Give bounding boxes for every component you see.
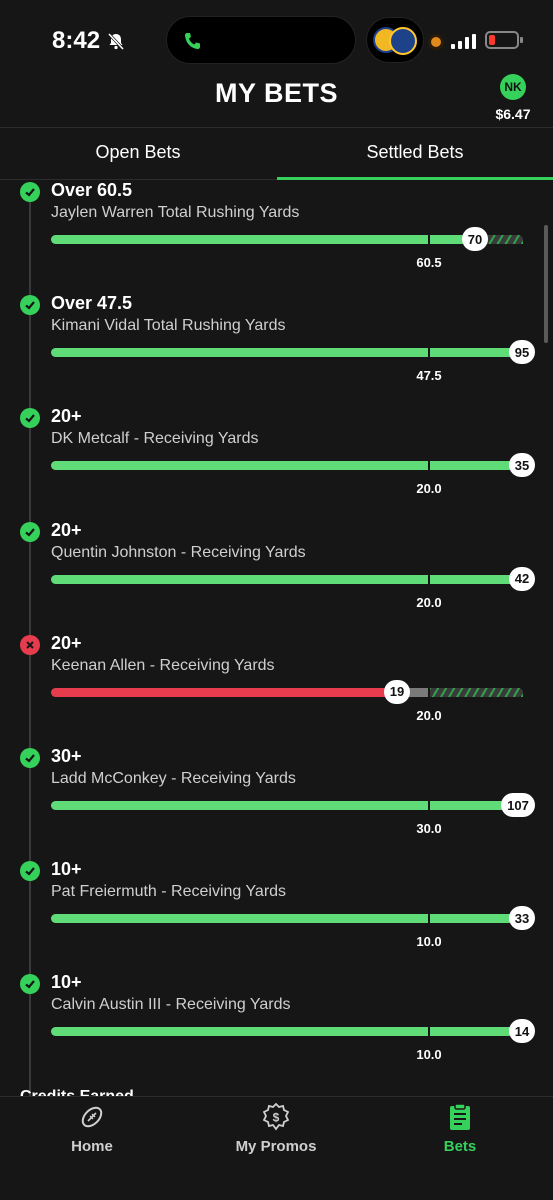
nav-home-label: Home — [71, 1138, 113, 1155]
bet-line: Over 60.5 — [51, 180, 133, 200]
progress-hatch — [430, 687, 523, 697]
check-circle-icon — [20, 748, 40, 768]
check-circle-icon — [20, 974, 40, 995]
nav-my-promos-label: My Promos — [235, 1138, 317, 1155]
target-tick — [428, 683, 430, 701]
battery-icon — [485, 31, 523, 49]
progress-fill — [51, 348, 523, 358]
check-circle-icon — [20, 861, 40, 882]
bet-market: DK Metcalf - Receiving Yards — [51, 430, 259, 448]
phone-call-icon — [185, 33, 200, 49]
actual-value-badge: 42 — [509, 566, 535, 591]
actual-value-badge: 19 — [384, 679, 410, 704]
credits-earned-heading: Credits Earned — [20, 1088, 134, 1096]
nav-home[interactable]: Home — [17, 1102, 167, 1155]
divider — [0, 127, 553, 128]
bet-card[interactable]: 10+ Pat Freiermuth - Receiving Yards 10.0 3… — [0, 859, 553, 974]
live-activity-pill[interactable] — [366, 17, 424, 63]
bet-line: 20+ — [51, 632, 82, 653]
bet-market: Calvin Austin III - Receiving Yards — [51, 996, 291, 1014]
football-icon — [81, 1106, 103, 1128]
target-tick — [428, 344, 430, 362]
target-label: 20.0 — [416, 481, 442, 497]
bet-market: Kimani Vidal Total Rushing Yards — [51, 317, 286, 335]
bet-line: 20+ — [51, 519, 82, 540]
target-label: 20.0 — [416, 707, 442, 723]
bet-line: Over 47.5 — [51, 293, 133, 314]
status-bar: 8:42 — [0, 0, 553, 80]
target-label: 30.0 — [416, 821, 442, 836]
clock: 8:42 — [52, 27, 126, 55]
clipboard-icon — [450, 1103, 470, 1130]
progress-fill — [51, 687, 396, 697]
target-tick — [428, 797, 430, 814]
clock-text: 8:42 — [52, 27, 101, 54]
check-circle-icon — [20, 182, 40, 202]
tab-open-bets[interactable]: Open Bets — [0, 142, 276, 163]
target-tick — [428, 457, 430, 475]
target-label: 10.0 — [416, 934, 442, 950]
progress-fill — [51, 235, 474, 244]
bet-line: 10+ — [51, 859, 82, 880]
privacy-indicator-icon — [431, 37, 441, 47]
bet-card[interactable]: 30+ Ladd McConkey - Receiving Yards 30.0 10… — [0, 746, 553, 861]
actual-value-badge: 33 — [509, 906, 535, 931]
target-label: 60.5 — [416, 255, 442, 270]
bet-market: Keenan Allen - Receiving Yards — [51, 656, 275, 674]
bet-market: Ladd McConkey - Receiving Yards — [51, 770, 296, 787]
progress-fill — [51, 801, 523, 810]
target-tick — [428, 910, 430, 928]
active-tab-indicator — [277, 177, 553, 180]
dynamic-island[interactable] — [166, 16, 356, 64]
target-label: 10.0 — [416, 1047, 442, 1063]
actual-value-badge: 14 — [509, 1019, 535, 1044]
bet-card[interactable]: Over 47.5 Kimani Vidal Total Rushing Yard… — [0, 293, 553, 408]
avatar[interactable]: NK — [500, 74, 526, 100]
bet-market: Jaylen Warren Total Rushing Yards — [51, 204, 300, 221]
svg-text:$: $ — [273, 1111, 280, 1125]
account-balance[interactable]: $6.47 — [488, 106, 538, 122]
target-label: 20.0 — [416, 594, 442, 610]
x-circle-icon — [20, 634, 40, 655]
bet-card[interactable]: 20+ DK Metcalf - Receiving Yards 20.0 35 — [0, 406, 553, 521]
warriors-logo-icon — [389, 27, 417, 55]
bell-muted-icon — [107, 32, 125, 51]
bet-line: 20+ — [51, 406, 82, 427]
dollar-badge-icon: $ — [262, 1102, 290, 1131]
check-circle-icon — [20, 295, 40, 316]
progress-hatch — [486, 235, 523, 244]
bet-market: Quentin Johnston - Receiving Yards — [51, 543, 306, 561]
cell-signal-icon — [451, 33, 476, 49]
bet-card[interactable]: 20+ Keenan Allen - Receiving Yards 20.0 19 — [0, 632, 553, 748]
check-circle-icon — [20, 408, 40, 429]
bet-card[interactable]: Over 60.5 Jaylen Warren Total Rushing Yar… — [0, 180, 553, 295]
target-label: 47.5 — [416, 368, 442, 384]
nav-bets[interactable]: Bets — [385, 1102, 535, 1155]
check-circle-icon — [20, 521, 40, 542]
bet-card[interactable]: 10+ Calvin Austin III - Receiving Yards 10… — [0, 972, 553, 1087]
progress-fill — [51, 914, 523, 924]
actual-value-badge: 95 — [509, 340, 535, 365]
progress-fill — [51, 461, 523, 471]
page-title: MY BETS — [214, 78, 339, 108]
bet-line: 10+ — [51, 972, 82, 993]
actual-value-badge: 35 — [509, 453, 535, 478]
target-tick — [428, 1023, 430, 1041]
progress-fill — [51, 1027, 523, 1037]
bet-market: Pat Freiermuth - Receiving Yards — [51, 883, 287, 901]
nav-bets-label: Bets — [443, 1138, 477, 1155]
target-tick — [428, 231, 430, 248]
actual-value-badge: 70 — [462, 227, 488, 251]
nav-my-promos[interactable]: $ My Promos — [201, 1102, 351, 1155]
bet-line: 30+ — [51, 746, 82, 766]
progress-fill — [51, 574, 523, 584]
bet-card[interactable]: 20+ Quentin Johnston - Receiving Yards 20.… — [0, 519, 553, 635]
target-tick — [428, 570, 430, 588]
actual-value-badge: 107 — [501, 793, 535, 817]
tab-settled-bets[interactable]: Settled Bets — [277, 142, 553, 163]
